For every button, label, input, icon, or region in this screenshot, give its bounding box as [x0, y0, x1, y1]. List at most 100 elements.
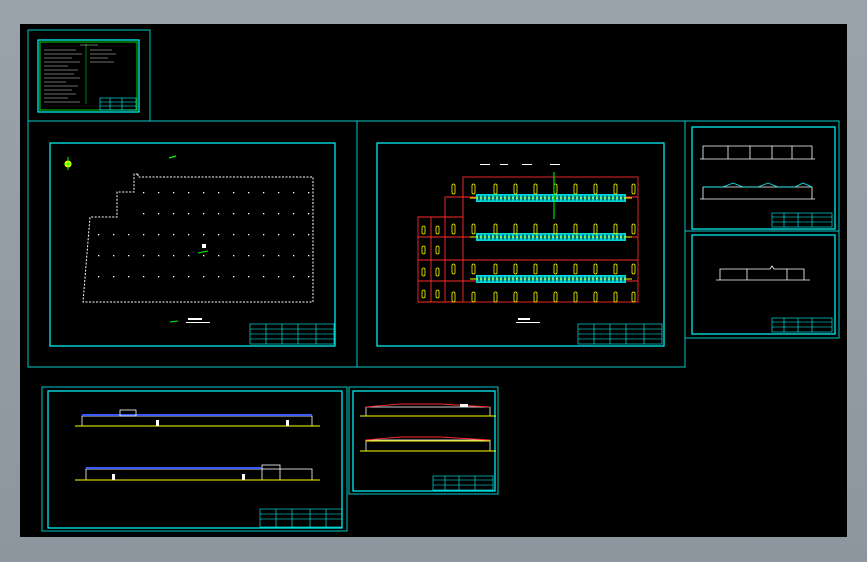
column-mark — [513, 291, 518, 303]
site-plan-sheet[interactable] — [64, 155, 335, 345]
belt-cell — [518, 276, 520, 282]
cad-drawing-canvas[interactable] — [20, 24, 847, 537]
belt-cell — [490, 195, 492, 201]
belt-cell — [486, 234, 488, 240]
column-mark — [593, 183, 598, 195]
belt-cell — [554, 234, 556, 240]
column-mark — [451, 223, 456, 235]
elevations-short-title-block — [432, 475, 494, 491]
belt-cell — [502, 195, 504, 201]
belt-cell — [610, 276, 612, 282]
grid-dot — [218, 234, 220, 236]
grid-dot — [173, 213, 175, 215]
belt-cell — [478, 234, 480, 240]
belt-cell — [610, 234, 612, 240]
grid-dot — [203, 213, 205, 215]
belt-cell — [590, 276, 592, 282]
grid-dot — [188, 276, 190, 278]
column-mark — [471, 223, 476, 235]
column-mark — [493, 183, 498, 195]
grid-dot — [278, 213, 280, 215]
column-mark — [631, 263, 636, 275]
belt-cell — [506, 276, 508, 282]
column-mark — [513, 183, 518, 195]
section-drawing-2 — [700, 182, 815, 200]
belt-cell — [538, 276, 540, 282]
grid-dot — [158, 255, 160, 257]
column-mark — [435, 289, 440, 299]
belt-cell — [510, 276, 512, 282]
column-mark — [631, 183, 636, 195]
belt-cell — [582, 195, 584, 201]
belt-cell — [566, 195, 568, 201]
floor-plan-sheet[interactable] — [417, 164, 663, 345]
site-title-block — [249, 323, 335, 345]
column-mark — [533, 291, 538, 303]
grid-dot — [218, 213, 220, 215]
elevations-sheet-long-frame[interactable] — [41, 386, 348, 532]
grid-dot — [98, 255, 100, 257]
belt-cell — [614, 195, 616, 201]
sections-sheet-a[interactable] — [700, 145, 833, 228]
belt-cell — [602, 234, 604, 240]
belt-cell — [518, 195, 520, 201]
belt-cell — [478, 276, 480, 282]
grid-dot — [158, 213, 160, 215]
belt-cell — [574, 195, 576, 201]
belt-cell — [614, 234, 616, 240]
elevations-sheet-long[interactable] — [75, 409, 343, 528]
north-arrow-icon — [64, 157, 72, 170]
column-mark — [513, 263, 518, 275]
column-mark — [421, 225, 426, 235]
elevation-west — [360, 436, 496, 452]
grid-dot — [233, 234, 235, 236]
grid-dot — [113, 276, 115, 278]
belt-cell — [546, 276, 548, 282]
column-mark — [421, 267, 426, 277]
grid-dot — [173, 234, 175, 236]
sheet-inner-borders — [37, 39, 836, 529]
grid-dot — [278, 234, 280, 236]
section-drawing-1 — [700, 145, 815, 160]
belt-cell — [586, 234, 588, 240]
elevations-sheet-short[interactable] — [360, 403, 496, 491]
belt-cell — [506, 234, 508, 240]
belt-cell — [486, 195, 488, 201]
belt-cell — [566, 234, 568, 240]
notes-text-lines — [44, 44, 116, 103]
belt-cell — [602, 195, 604, 201]
grid-dot — [308, 276, 310, 278]
belt-cell — [554, 276, 556, 282]
notes-sheet-frame[interactable] — [27, 29, 151, 122]
grid-dot — [308, 255, 310, 257]
belt-cell — [614, 276, 616, 282]
sections-sheet-b[interactable] — [716, 265, 833, 333]
belt-cell — [522, 234, 524, 240]
belt-cell — [598, 195, 600, 201]
belt-cell — [538, 234, 540, 240]
grid-dot — [158, 276, 160, 278]
belt-cell — [550, 276, 552, 282]
column-mark — [573, 183, 578, 195]
belt-cell — [538, 195, 540, 201]
column-mark — [593, 263, 598, 275]
column-mark — [513, 223, 518, 235]
floor-title-block — [577, 323, 663, 345]
notes-sheet[interactable] — [39, 41, 138, 111]
sections-sheet-a-frame[interactable] — [684, 120, 840, 232]
belt-cell — [522, 276, 524, 282]
grid-dot — [128, 234, 130, 236]
belt-cell — [618, 195, 620, 201]
belt-cell — [558, 234, 560, 240]
belt-cell — [514, 276, 516, 282]
column-mark — [493, 291, 498, 303]
column-mark — [593, 291, 598, 303]
belt-cell — [490, 234, 492, 240]
column-mark — [613, 223, 618, 235]
grid-dot — [188, 213, 190, 215]
grid-dot — [173, 276, 175, 278]
belt-cell — [622, 195, 624, 201]
grid-dot — [263, 192, 265, 194]
grid-dot — [218, 255, 220, 257]
belt-cell — [594, 195, 596, 201]
